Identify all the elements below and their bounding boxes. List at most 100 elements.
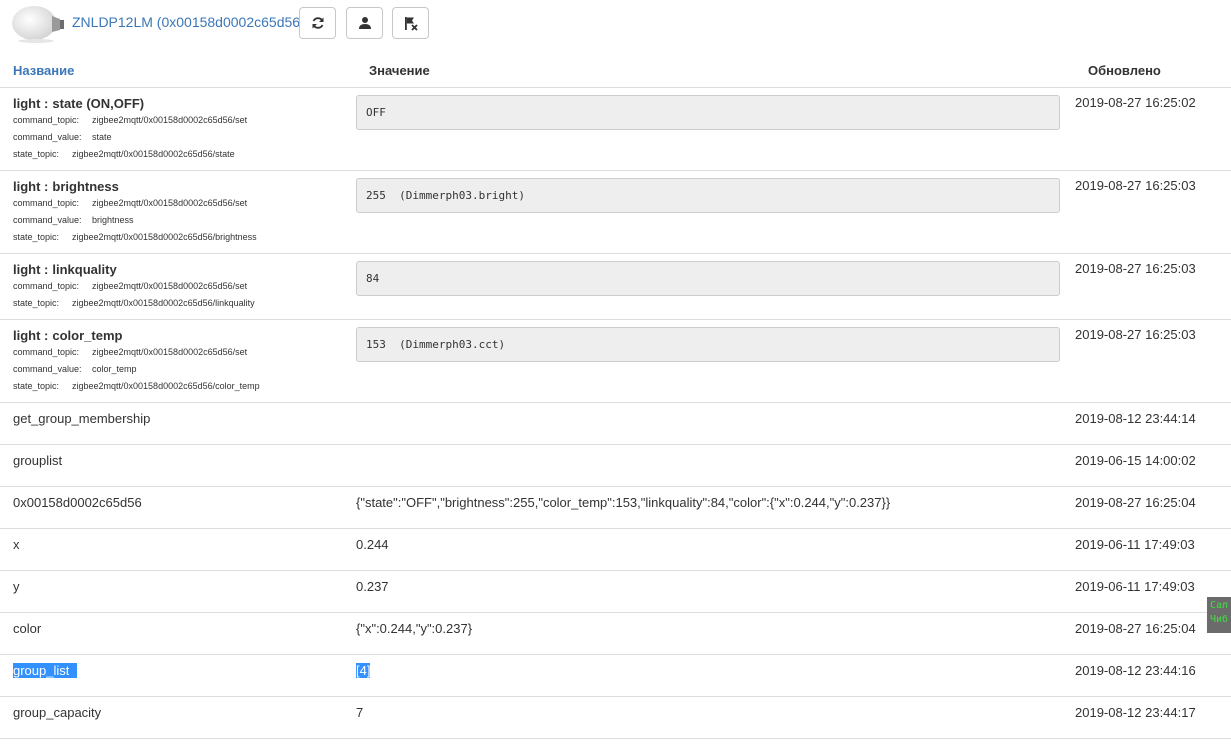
side-widget[interactable]: Сал Чиб bbox=[1207, 597, 1231, 633]
table-row: color {"x":0.244,"y":0.237} 2019-08-27 16:… bbox=[0, 612, 1231, 655]
meta-value: color_temp bbox=[92, 363, 137, 374]
property-name: x bbox=[13, 536, 20, 552]
property-value-field[interactable]: 255 (Dimmerph03.bright) bbox=[356, 177, 1060, 213]
refresh-icon bbox=[312, 17, 323, 29]
meta-value: zigbee2mqtt/0x00158d0002c65d56/set bbox=[92, 346, 248, 357]
property-name: y bbox=[13, 578, 20, 594]
topic-meta: state_topic: zigbee2mqtt/0x00158d0002c65d… bbox=[13, 229, 343, 246]
meta-key: command_topic: bbox=[13, 114, 80, 125]
property-value: [4] bbox=[356, 662, 371, 678]
topic-meta: command_topic: zigbee2mqtt/0x00158d0002c6… bbox=[13, 344, 343, 361]
property-prefix: light : bbox=[13, 261, 49, 277]
meta-value: zigbee2mqtt/0x00158d0002c65d56/set bbox=[92, 114, 248, 125]
property-value: 0.237 bbox=[356, 578, 389, 594]
property-name: group_list bbox=[13, 662, 70, 678]
property-name-cell: light : brightness command_topic: zigbee2mq… bbox=[0, 170, 356, 254]
property-value-cell: {"x":0.244,"y":0.237} bbox=[356, 612, 1075, 655]
table-row: 0x00158d0002c65d56 {"state":"OFF","bright… bbox=[0, 486, 1231, 529]
properties-table: Название Значение Обновлено light : state… bbox=[0, 52, 1231, 739]
property-value-cell: 0.244 bbox=[356, 528, 1075, 571]
property-value-cell: 0.237 bbox=[356, 570, 1075, 613]
property-name-cell: x bbox=[0, 528, 356, 571]
property-name-cell: light : linkquality command_topic: zigbee2m… bbox=[0, 253, 356, 320]
property-name-cell: 0x00158d0002c65d56 bbox=[0, 486, 356, 529]
property-label: color_temp bbox=[52, 327, 123, 343]
property-name-cell: light : color_temp command_topic: zigbee2mq… bbox=[0, 319, 356, 403]
property-name: light : brightness bbox=[13, 178, 343, 195]
property-name-cell: y bbox=[0, 570, 356, 613]
column-header-name[interactable]: Название bbox=[0, 52, 356, 88]
property-name-cell: group_capacity bbox=[0, 696, 356, 739]
device-title-link[interactable]: ZNLDP12LM (0x00158d0002c65d56) bbox=[72, 14, 305, 30]
property-updated: 2019-08-27 16:25:04 bbox=[1075, 486, 1231, 529]
table-row: get_group_membership 2019-08-12 23:44:14 bbox=[0, 402, 1231, 445]
table-row: light : linkquality command_topic: zigbee2m… bbox=[0, 253, 1231, 320]
property-value-cell bbox=[356, 402, 1075, 445]
topic-meta: command_value: color_temp bbox=[13, 361, 343, 378]
meta-key: command_value: bbox=[13, 214, 82, 225]
property-name-cell: get_group_membership bbox=[0, 402, 356, 445]
topic-meta: command_topic: zigbee2mqtt/0x00158d0002c6… bbox=[13, 195, 343, 212]
topic-meta: command_value: state bbox=[13, 129, 343, 146]
property-updated: 2019-08-12 23:44:16 bbox=[1075, 654, 1231, 697]
property-label: brightness bbox=[52, 178, 119, 194]
property-name: get_group_membership bbox=[13, 410, 151, 426]
table-row: light : brightness command_topic: zigbee2mq… bbox=[0, 170, 1231, 254]
table-row: x 0.244 2019-06-11 17:49:03 bbox=[0, 528, 1231, 571]
property-value-field[interactable]: OFF bbox=[356, 94, 1060, 130]
property-name: light : color_temp bbox=[13, 327, 343, 344]
topic-meta: command_topic: zigbee2mqtt/0x00158d0002c6… bbox=[13, 278, 343, 295]
meta-key: state_topic: bbox=[13, 297, 60, 308]
property-value: 7 bbox=[356, 704, 364, 720]
property-value-field[interactable]: 84 bbox=[356, 260, 1060, 296]
property-value-cell: 255 (Dimmerph03.bright) bbox=[356, 170, 1075, 254]
meta-key: command_topic: bbox=[13, 280, 80, 291]
property-value-cell: {"state":"OFF","brightness":255,"color_t… bbox=[356, 486, 1075, 529]
property-label: linkquality bbox=[52, 261, 117, 277]
table-row: y 0.237 2019-06-11 17:49:03 bbox=[0, 570, 1231, 613]
property-updated: 2019-08-27 16:25:03 bbox=[1075, 170, 1231, 254]
light-bulb-icon bbox=[12, 6, 64, 43]
property-name: 0x00158d0002c65d56 bbox=[13, 494, 142, 510]
table-header-row: Название Значение Обновлено bbox=[0, 52, 1231, 88]
topic-meta: state_topic: zigbee2mqtt/0x00158d0002c65d… bbox=[13, 146, 343, 163]
side-widget-line: Чиб bbox=[1210, 614, 1229, 625]
flag-remove-button[interactable] bbox=[392, 7, 429, 39]
property-value-field[interactable]: 153 (Dimmerph03.cct) bbox=[356, 326, 1060, 362]
meta-key: state_topic: bbox=[13, 231, 60, 242]
column-header-value: Значение bbox=[356, 52, 1075, 88]
property-updated: 2019-06-15 14:00:02 bbox=[1075, 444, 1231, 487]
meta-value: state bbox=[92, 131, 112, 142]
meta-value: zigbee2mqtt/0x00158d0002c65d56/set bbox=[92, 197, 248, 208]
property-value: 0.244 bbox=[356, 536, 389, 552]
table-row: light : color_temp command_topic: zigbee2mq… bbox=[0, 319, 1231, 403]
meta-key: state_topic: bbox=[13, 148, 60, 159]
column-header-updated: Обновлено bbox=[1075, 52, 1231, 88]
meta-value: zigbee2mqtt/0x00158d0002c65d56/brightnes… bbox=[72, 231, 257, 242]
user-icon bbox=[358, 17, 371, 29]
property-name: light : linkquality bbox=[13, 261, 343, 278]
property-name-cell: light : state (ON,OFF) command_topic: zigbe… bbox=[0, 87, 356, 171]
refresh-button[interactable] bbox=[299, 7, 336, 39]
meta-key: command_value: bbox=[13, 131, 82, 142]
device-header: ZNLDP12LM (0x00158d0002c65d56) bbox=[0, 0, 1231, 50]
property-value: {"x":0.244,"y":0.237} bbox=[356, 620, 473, 636]
property-updated: 2019-08-27 16:25:03 bbox=[1075, 319, 1231, 403]
meta-value: zigbee2mqtt/0x00158d0002c65d56/linkquali… bbox=[72, 297, 255, 308]
meta-key: command_topic: bbox=[13, 197, 80, 208]
property-name-cell: color bbox=[0, 612, 356, 655]
property-value: {"state":"OFF","brightness":255,"color_t… bbox=[356, 494, 891, 510]
property-prefix: light : bbox=[13, 178, 49, 194]
meta-value: brightness bbox=[92, 214, 134, 225]
property-updated: 2019-08-27 16:25:02 bbox=[1075, 87, 1231, 171]
property-name-cell: group_list bbox=[0, 654, 356, 697]
side-widget-line: Сал bbox=[1210, 600, 1229, 611]
table-row: grouplist 2019-06-15 14:00:02 bbox=[0, 444, 1231, 487]
property-label: state (ON,OFF) bbox=[52, 95, 145, 111]
user-button[interactable] bbox=[346, 7, 383, 39]
property-value-cell: 7 bbox=[356, 696, 1075, 739]
meta-key: command_value: bbox=[13, 363, 82, 374]
meta-key: command_topic: bbox=[13, 346, 80, 357]
topic-meta: command_topic: zigbee2mqtt/0x00158d0002c6… bbox=[13, 112, 343, 129]
table-row: group_list [4] 2019-08-12 23:44:16 bbox=[0, 654, 1231, 697]
